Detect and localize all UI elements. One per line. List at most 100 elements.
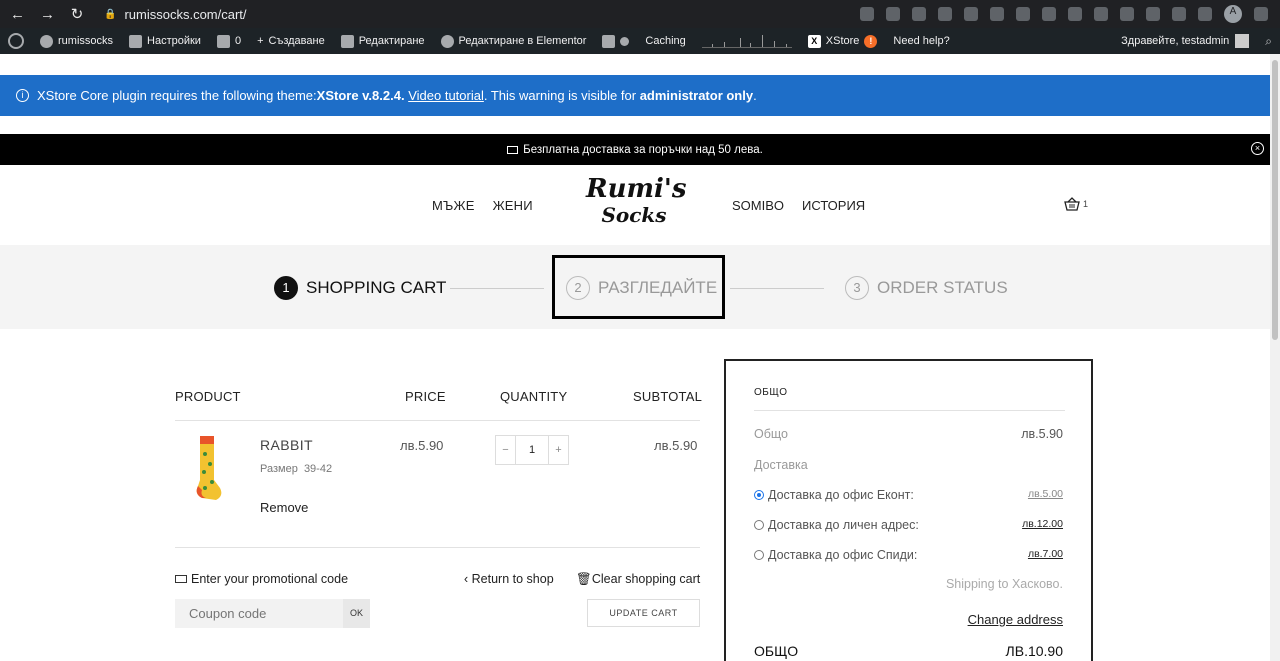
return-to-shop-link[interactable]: ‹ Return to shop — [464, 572, 554, 586]
gauge-icon — [40, 34, 53, 48]
item-price: лв.5.90 — [400, 438, 444, 453]
xstore-menu[interactable]: X XStore! — [800, 28, 886, 54]
help-menu[interactable]: Need help? — [885, 28, 957, 54]
cart-totals-box: ОБЩО Общо лв.5.90 Доставка Доставка до о… — [724, 359, 1093, 661]
extension-icon[interactable] — [964, 7, 978, 21]
wordpress-icon — [8, 33, 24, 49]
shipping-price: лв.5.00 — [1027, 488, 1063, 500]
cart-count-badge: 1 — [1083, 199, 1089, 209]
wp-logo-menu[interactable] — [0, 28, 32, 54]
pencil-icon — [340, 34, 354, 48]
coupon-code-input[interactable] — [175, 599, 343, 628]
close-icon[interactable]: × — [1251, 142, 1264, 155]
radio-button-selected[interactable] — [754, 490, 764, 500]
item-subtotal: лв.5.90 — [654, 438, 698, 453]
comment-icon — [216, 34, 230, 48]
extension-icon[interactable] — [938, 7, 952, 21]
lock-icon: 🔒 — [104, 8, 117, 20]
edit-menu[interactable]: Редактиране — [333, 28, 433, 54]
basket-icon[interactable] — [1064, 197, 1080, 211]
extension-icon[interactable] — [1016, 7, 1030, 21]
quantity-increase-button[interactable]: + — [548, 436, 568, 464]
site-name-menu[interactable]: rumissocks — [32, 28, 121, 54]
warning-icon: ! — [864, 34, 878, 48]
free-shipping-bar: Безплатна доставка за поръчки над 50 лев… — [0, 134, 1270, 165]
extension-icon[interactable] — [1146, 7, 1160, 21]
address-bar[interactable]: 🔒 rumissocks.com/cart/ — [104, 7, 247, 22]
traffic-sparkline — [701, 34, 792, 48]
plus-icon: + — [257, 35, 264, 47]
step-highlight-box — [552, 255, 725, 319]
menu-item-somibo[interactable]: SOMIBO — [732, 198, 784, 213]
caching-menu[interactable]: Caching — [637, 28, 693, 54]
customize-menu[interactable]: Настройки — [121, 28, 209, 54]
checkout-steps: 1 SHOPPING CART 2 РАЗГЛЕДАЙТЕ 3 ORDER ST… — [0, 245, 1270, 329]
extension-icon[interactable] — [1042, 7, 1056, 21]
step-divider — [450, 288, 544, 289]
step-shopping-cart[interactable]: 1 SHOPPING CART — [274, 276, 446, 300]
elementor-icon — [440, 34, 454, 48]
shipping-option-econt[interactable]: Доставка до офис Еконт: — [754, 488, 914, 502]
ticket-icon — [175, 575, 187, 583]
reload-icon[interactable]: ↻ — [70, 5, 84, 23]
remove-item-link[interactable]: Remove — [260, 500, 308, 515]
column-header-product: PRODUCT — [175, 389, 241, 404]
subtotal-label: Общо — [754, 427, 788, 441]
extension-icon[interactable] — [1120, 7, 1134, 21]
extension-icon[interactable] — [990, 7, 1004, 21]
yoast-icon — [602, 34, 616, 48]
yoast-menu[interactable] — [594, 28, 637, 54]
menu-dots-icon[interactable] — [1254, 7, 1268, 21]
scrollbar-thumb[interactable] — [1272, 60, 1278, 340]
forward-icon[interactable]: → — [40, 6, 55, 23]
page-scrollbar[interactable] — [1270, 54, 1280, 661]
wp-admin-bar: rumissocks Настройки 0 + Създаване Редакт… — [0, 28, 1280, 54]
shipping-option-speedy[interactable]: Доставка до офис Спиди: — [754, 548, 917, 562]
share-icon[interactable] — [886, 7, 900, 21]
shipping-label: Доставка — [754, 458, 808, 472]
comments-menu[interactable]: 0 — [209, 28, 249, 54]
apply-coupon-button[interactable]: OK — [343, 599, 370, 628]
product-image-sock[interactable] — [192, 436, 224, 502]
shipping-option-address[interactable]: Доставка до личен адрес: — [754, 518, 919, 532]
shipping-price: лв.7.00 — [1027, 548, 1063, 560]
url-text: rumissocks.com/cart/ — [124, 6, 247, 22]
update-cart-button[interactable]: UPDATE CART — [587, 599, 700, 627]
radio-button[interactable] — [754, 520, 764, 530]
totals-title: ОБЩО — [754, 387, 788, 398]
brush-icon — [129, 34, 143, 48]
total-value: ЛВ.10.90 — [1005, 643, 1063, 659]
quantity-input[interactable]: 1 — [516, 436, 548, 464]
step-order-status[interactable]: 3 ORDER STATUS — [845, 276, 1008, 300]
xstore-icon: X — [807, 34, 821, 48]
back-icon[interactable]: ← — [10, 6, 25, 23]
search-icon[interactable]: ⌕ — [1265, 34, 1272, 49]
menu-item-history[interactable]: ИСТОРИЯ — [802, 198, 865, 213]
quantity-decrease-button[interactable]: − — [496, 436, 516, 464]
profile-avatar[interactable]: A — [1224, 5, 1242, 23]
shipping-destination: Shipping to Хасково. — [945, 577, 1063, 591]
stats-graph[interactable] — [694, 28, 800, 54]
chevron-left-icon: ‹ — [464, 572, 469, 586]
user-avatar[interactable] — [1235, 34, 1250, 48]
clear-cart-link[interactable]: 🗑Clear shopping cart — [576, 572, 700, 587]
total-label: ОБЩО — [754, 643, 799, 659]
account-greeting[interactable]: Здравейте, testadmin — [1121, 35, 1229, 47]
change-address-link[interactable]: Change address — [968, 612, 1063, 627]
product-name-link[interactable]: RABBIT — [260, 437, 313, 453]
puzzle-icon[interactable] — [1172, 7, 1186, 21]
video-tutorial-link[interactable]: Video tutorial — [408, 88, 484, 103]
sidepanel-icon[interactable] — [1198, 7, 1212, 21]
radio-button[interactable] — [754, 550, 764, 560]
extension-icon[interactable] — [1068, 7, 1082, 21]
elementor-menu[interactable]: Редактиране в Elementor — [433, 28, 595, 54]
menu-item-men[interactable]: МЪЖЕ — [432, 198, 475, 213]
step-divider — [730, 288, 824, 289]
ticket-icon — [507, 145, 519, 154]
menu-item-women[interactable]: ЖЕНИ — [493, 198, 533, 213]
site-logo[interactable]: Rumi's Socks — [586, 175, 687, 233]
translate-icon[interactable] — [860, 7, 874, 21]
bookmark-star-icon[interactable] — [912, 7, 926, 21]
extension-icon[interactable] — [1094, 7, 1108, 21]
new-content-menu[interactable]: + Създаване — [249, 28, 333, 54]
